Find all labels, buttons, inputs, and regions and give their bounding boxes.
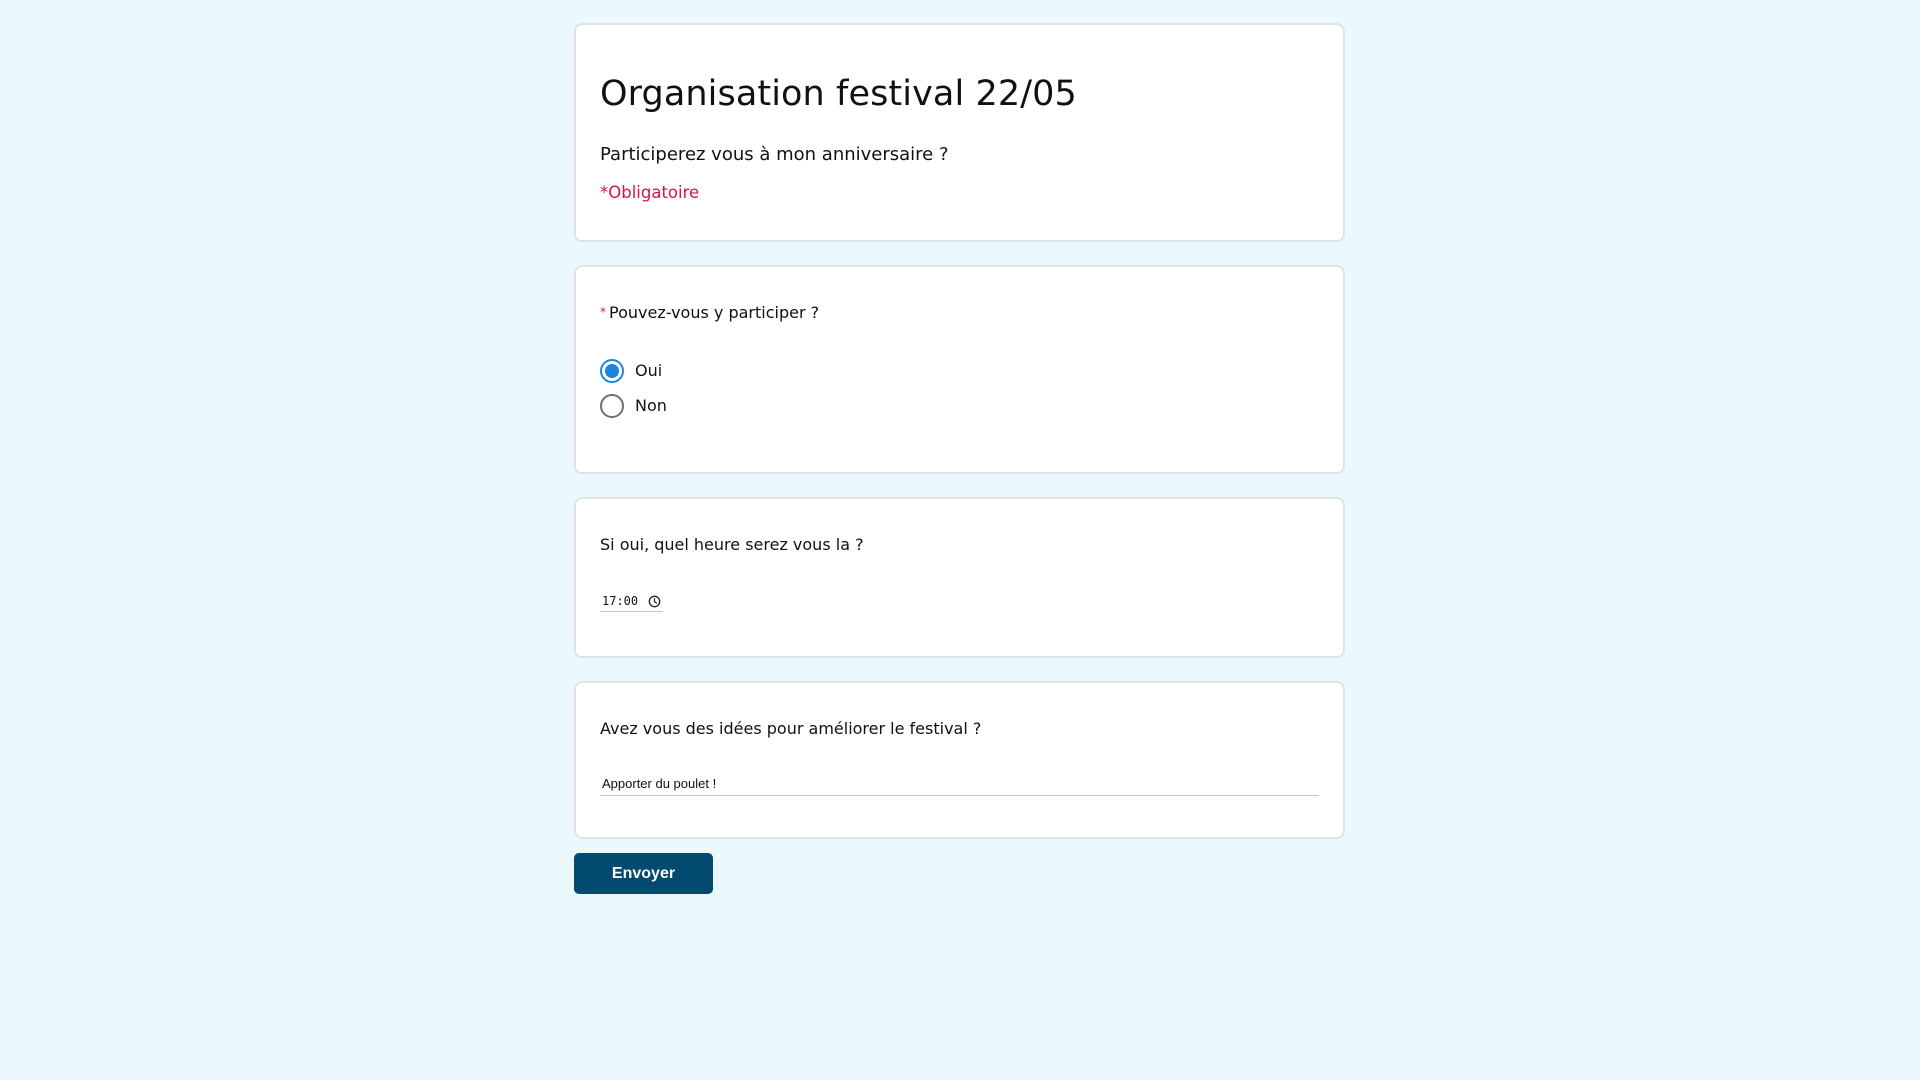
question-time-label: Si oui, quel heure serez vous la ?	[600, 535, 864, 554]
form: Organisation festival 22/05 Participerez…	[574, 23, 1345, 894]
radio-button-non[interactable]	[600, 393, 624, 418]
time-value[interactable]: 17:00	[602, 594, 638, 608]
question-attendance-label: * Pouvez-vous y participer ?	[600, 303, 1319, 322]
attendance-radio-group: Oui Non	[600, 353, 1319, 423]
radio-button-oui[interactable]	[600, 358, 624, 383]
required-asterisk: *	[600, 305, 606, 319]
radio-option-oui[interactable]: Oui	[600, 353, 1319, 388]
time-input[interactable]: 17:00	[600, 594, 664, 612]
form-header-card: Organisation festival 22/05 Participerez…	[574, 23, 1345, 242]
question-ideas-card: Avez vous des idées pour améliorer le fe…	[574, 681, 1345, 839]
radio-label-oui[interactable]: Oui	[635, 361, 662, 380]
form-description: Participerez vous à mon anniversaire ?	[600, 144, 949, 165]
radio-label-non[interactable]: Non	[635, 396, 667, 415]
clock-icon[interactable]	[648, 595, 661, 608]
question-ideas-label: Avez vous des idées pour améliorer le fe…	[600, 719, 982, 738]
radio-option-non[interactable]: Non	[600, 388, 1319, 423]
submit-button[interactable]: Envoyer	[574, 853, 713, 894]
required-note: *Obligatoire	[600, 183, 700, 202]
form-title: Organisation festival 22/05	[600, 74, 1077, 114]
question-attendance-text: Pouvez-vous y participer ?	[609, 303, 820, 322]
ideas-text-input[interactable]	[600, 776, 1319, 796]
question-attendance-card: * Pouvez-vous y participer ? Oui Non	[574, 265, 1345, 474]
question-time-card: Si oui, quel heure serez vous la ? 17:00	[574, 497, 1345, 658]
